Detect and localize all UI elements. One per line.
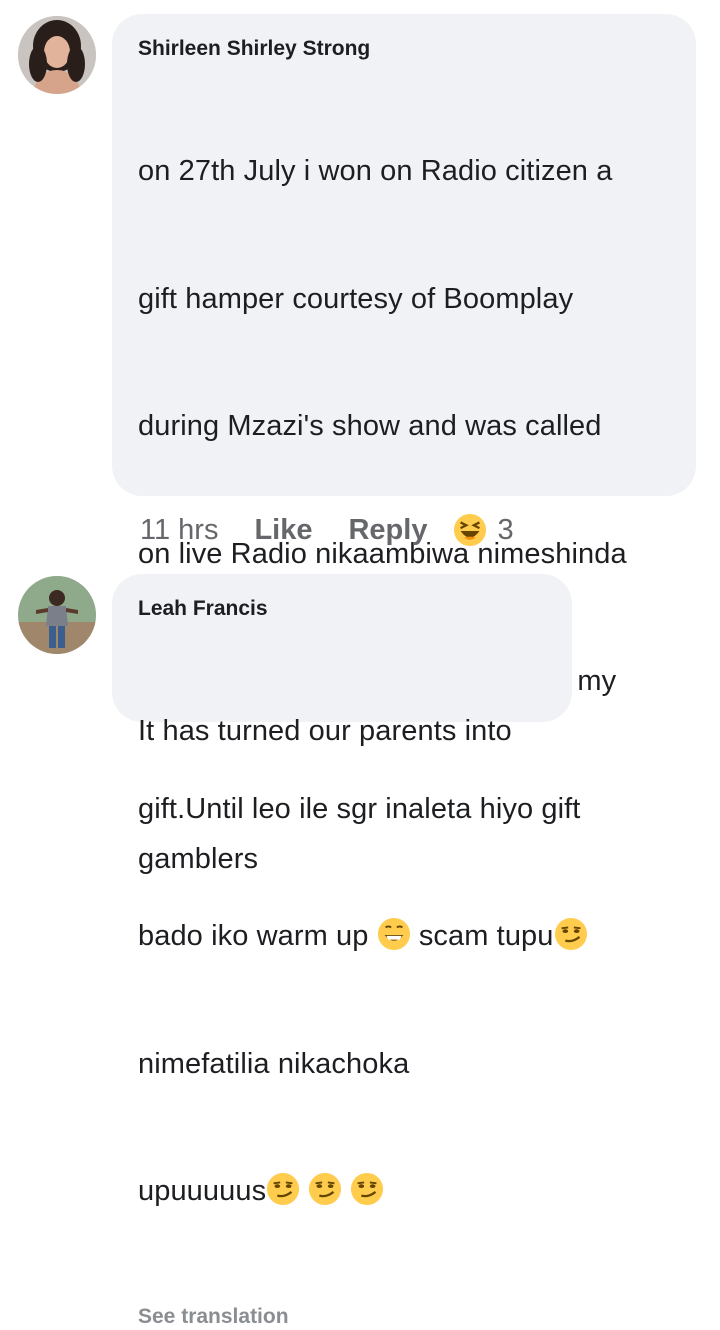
comment-line: on 27th July i won on Radio citizen a [138, 155, 613, 187]
comment-bubble: Leah Francis It has turned our parents i… [112, 574, 572, 875]
comment-line: nimefatilia nikachoka [138, 1047, 410, 1080]
comment-timestamp[interactable]: 11 hrs [140, 514, 218, 547]
comment-author[interactable]: Leah Francis [138, 596, 572, 622]
comment-line: It has turned our parents into [138, 715, 512, 747]
comment-text-segment: upuuuuus [138, 1175, 267, 1207]
reaction-count: 3 [497, 513, 514, 546]
comment-text: It has turned our parents into gamblers [138, 625, 572, 965]
laughing-squinting-face-icon [454, 513, 487, 547]
comment-line: during Mzazi's show and was called [138, 410, 602, 442]
profile-photo-icon [18, 16, 96, 94]
like-button[interactable]: Like [254, 514, 312, 547]
comment-bubble: Shirleen Shirley Strong on 27th July i w… [112, 14, 696, 1328]
comment-author[interactable]: Shirleen Shirley Strong [138, 36, 696, 62]
avatar[interactable] [18, 16, 96, 94]
smirking-face-icon [309, 1172, 342, 1206]
comment-line: gamblers [138, 842, 259, 875]
profile-photo-icon [18, 576, 96, 654]
comment-line: gift hamper courtesy of Boomplay [138, 282, 574, 315]
comment-line: upuuuuus [138, 1170, 696, 1213]
reply-button[interactable]: Reply [348, 514, 427, 547]
see-translation-link[interactable]: See translation [138, 1304, 696, 1330]
smirking-face-icon [267, 1172, 300, 1206]
smirking-face-icon [351, 1172, 384, 1206]
reaction-summary[interactable]: 3 [453, 513, 514, 547]
comment-actions: 11 hrs Like Reply 3 [140, 510, 514, 550]
avatar[interactable] [18, 576, 96, 654]
